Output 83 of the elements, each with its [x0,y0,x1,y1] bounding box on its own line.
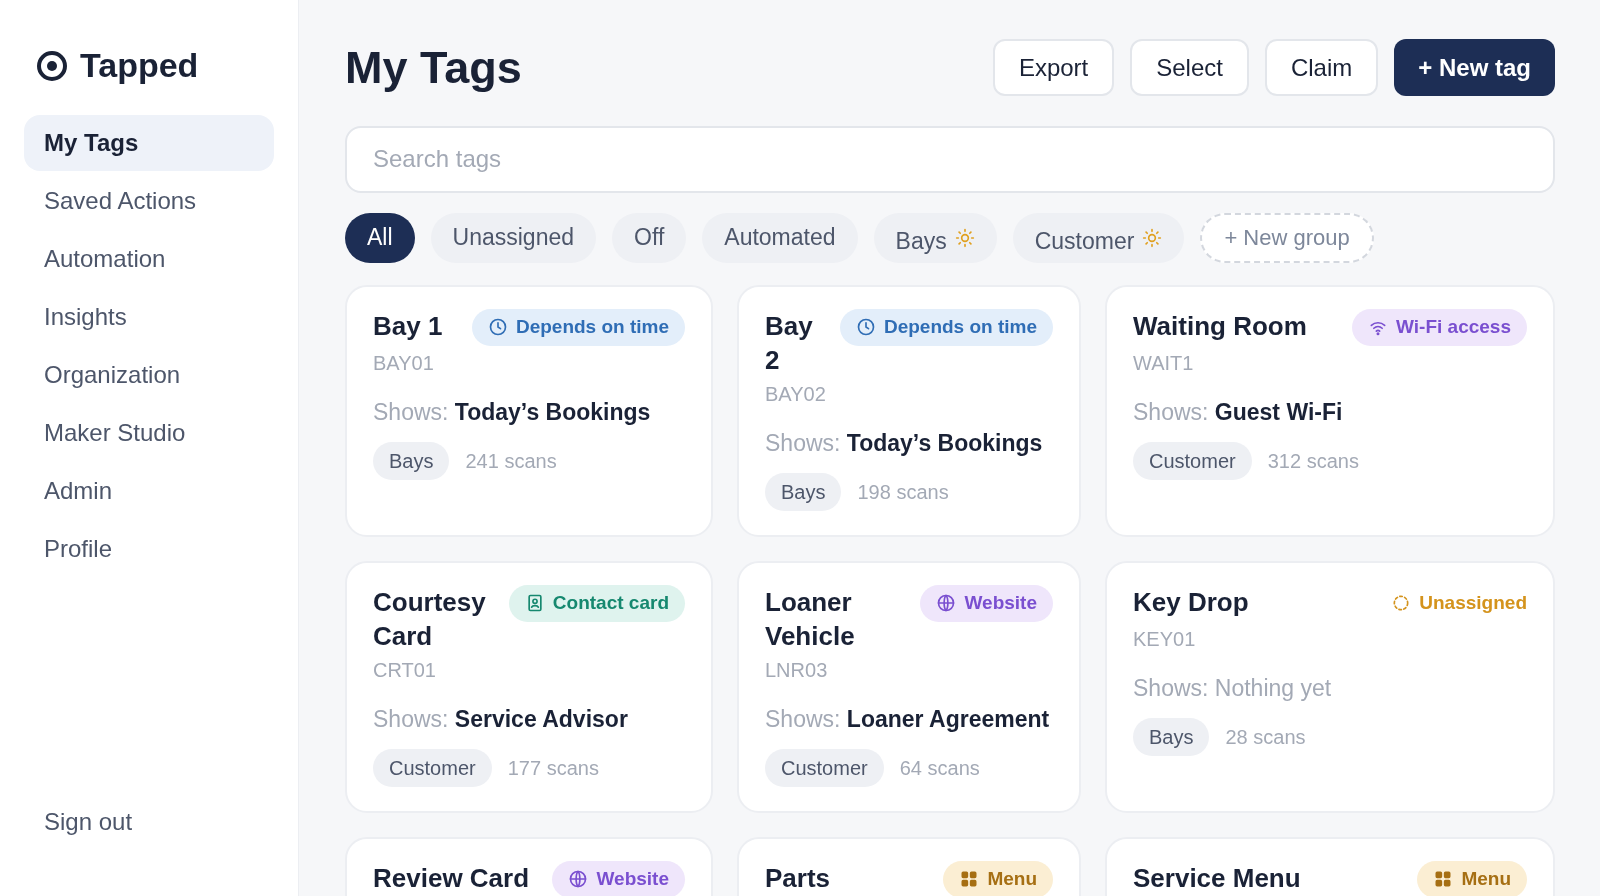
tag-card[interactable]: Bay 1 Depends on time BAY01 Shows: Today’s Bookings Bays 241 scans [345,284,713,537]
globe-icon [568,869,589,889]
nav-item[interactable]: Automation [24,231,274,287]
tag-card[interactable]: Waiting Room Wi-Fi access WAIT1 Shows: Guest Wi-Fi Customer 312 scans [1105,284,1555,537]
toolbar-button[interactable]: Claim [1264,39,1379,97]
type-badge: Website [920,584,1053,622]
type-badge: Menu [1417,860,1527,896]
sign-out-link[interactable]: Sign out [24,804,274,840]
filter-chip[interactable]: Bays [873,212,997,263]
tag-card[interactable]: Service Menu Menu [1105,836,1555,896]
page-title: My Tags [345,41,522,95]
tag-code: BAY02 [765,381,827,407]
type-badge: Menu [943,860,1053,896]
group-pill: Bays [765,472,842,511]
tag-code: WAIT1 [1133,350,1195,376]
tag-card[interactable]: Loaner Vehicle Website LNR03 Shows: Loaner Agreement Customer 64 scans [737,560,1081,813]
type-badge: Depends on time [471,308,685,346]
tag-card[interactable]: Courtesy Card Contact card CRT01 Shows: Service Advisor Customer 177 scans [345,560,713,813]
group-pill: Customer [1133,441,1252,480]
shows-text: Shows: Guest Wi-Fi [1133,397,1344,426]
tag-card[interactable]: Review Card Website [345,836,713,896]
scan-count: 312 scans [1267,448,1359,474]
filter-chip[interactable]: Unassigned [430,212,597,263]
nav-item[interactable]: Saved Actions [24,173,274,229]
grid-icon [1433,869,1454,889]
shows-text: Shows: Service Advisor [373,704,629,733]
scan-count: 177 scans [507,755,599,781]
shows-text: Shows: Today’s Bookings [765,428,1044,457]
tag-code: CRT01 [373,657,437,683]
shows-text: Shows: Today’s Bookings [373,397,652,426]
scan-count: 64 scans [899,755,980,781]
sun-icon [1142,227,1163,248]
toolbar-button[interactable]: Export [992,39,1115,97]
tag-title: Bay 2 [765,309,814,377]
tag-title: Service Menu [1133,861,1301,895]
search-field[interactable]: Search tags [345,125,1555,193]
tag-title: Waiting Room [1133,309,1307,343]
filter-chip[interactable]: All [345,212,415,263]
tag-title: Loaner Vehicle [765,585,856,653]
nav-item[interactable]: Organization [24,347,274,403]
sun-icon [954,227,975,248]
shows-text: Shows: Nothing yet [1133,673,1333,702]
nav-item[interactable]: Admin [24,463,274,519]
tag-title: Parts [765,861,831,895]
status-label: Unassigned [1391,584,1527,622]
nav-item[interactable]: Profile [24,521,274,577]
clock-icon [487,317,508,337]
nav-item[interactable]: Insights [24,289,274,345]
filter-chip[interactable]: Automated [702,212,858,263]
tag-code: LNR03 [765,657,829,683]
tag-title: Bay 1 [373,309,443,343]
group-pill: Customer [373,748,492,787]
type-badge: Website [552,860,685,896]
clock-icon [855,317,876,337]
group-pill: Customer [765,748,884,787]
nav-item[interactable]: My Tags [24,115,274,171]
scan-count: 241 scans [465,448,557,474]
type-badge: Contact card [508,584,685,622]
tag-title: Courtesy Card [373,585,487,653]
nav-item[interactable]: Maker Studio [24,405,274,461]
logo-icon [36,49,68,82]
toolbar-button[interactable]: Select [1130,39,1249,97]
tag-code: BAY01 [373,350,435,376]
grid-icon [959,869,980,889]
tag-card[interactable]: Parts Menu [737,836,1081,896]
tag-code: KEY01 [1133,626,1197,652]
tag-card[interactable]: Key Drop Unassigned KEY01 Shows: Nothing yet Bays 28 scans [1105,560,1555,813]
group-pill: Bays [1133,717,1210,756]
type-badge: Depends on time [839,308,1053,346]
group-pill: Bays [373,441,450,480]
filter-chip[interactable]: Customer [1012,212,1185,263]
type-badge: Wi-Fi access [1352,308,1527,346]
tag-card[interactable]: Bay 2 Depends on time BAY02 Shows: Today’s Bookings Bays 198 scans [737,284,1081,537]
filter-chip[interactable]: Off [612,212,687,263]
scan-count: 28 scans [1225,724,1306,750]
shows-text: Shows: Loaner Agreement [765,704,1051,733]
brand-name: Tapped [80,45,199,86]
new-tag-button[interactable]: + New tag [1394,39,1555,97]
tag-title: Review Card [373,861,530,895]
new-group-button[interactable]: + New group [1200,212,1374,263]
globe-icon [936,593,957,613]
tag-title: Key Drop [1133,585,1249,619]
scan-count: 198 scans [857,479,949,505]
